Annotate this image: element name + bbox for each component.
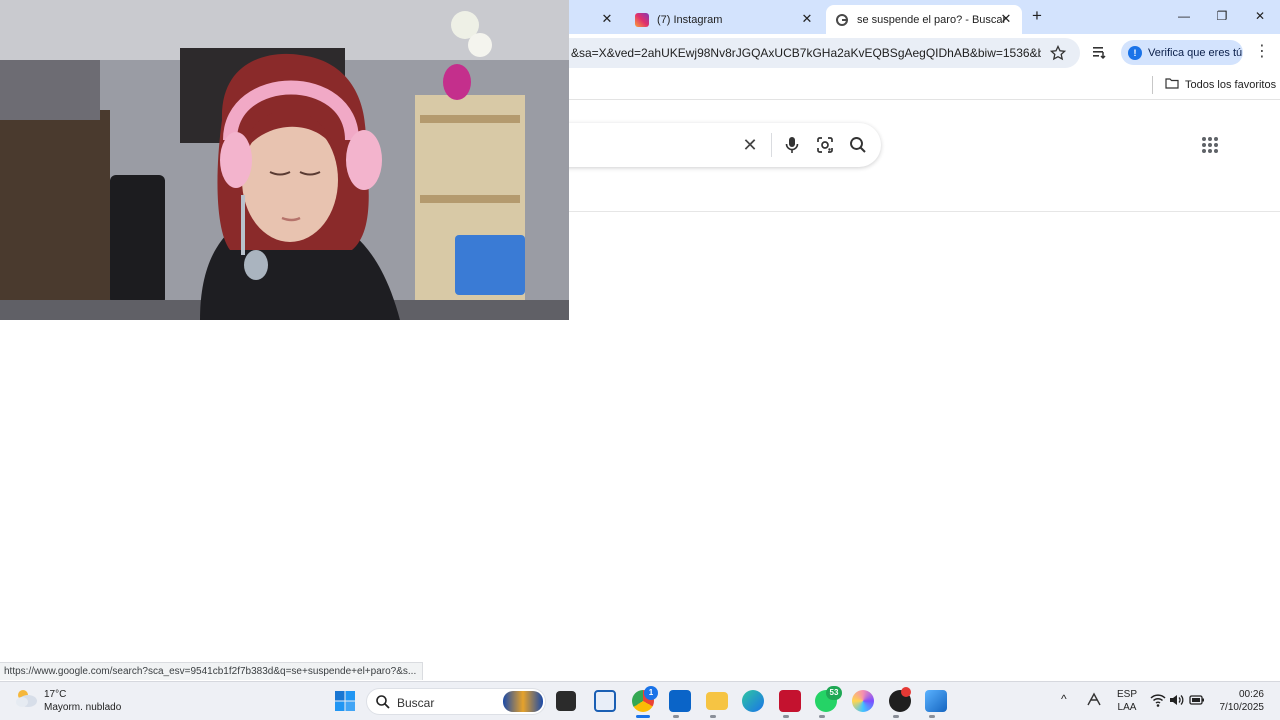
- google-search-box[interactable]: ✕: [560, 123, 881, 167]
- task-view-icon[interactable]: [556, 691, 576, 711]
- cloudy-weather-icon: [14, 687, 38, 714]
- language-code: ESP: [1117, 689, 1138, 700]
- info-icon: !: [1128, 45, 1142, 60]
- clear-search-icon[interactable]: ✕: [740, 135, 760, 155]
- battery-icon[interactable]: [1189, 694, 1205, 709]
- running-indicator: [819, 715, 825, 718]
- webcam-video: [0, 0, 569, 320]
- close-tab-icon[interactable]: ✕: [799, 11, 815, 27]
- verify-identity-button[interactable]: ! Verifica que eres tú: [1121, 40, 1243, 65]
- address-bar[interactable]: &sa=X&ved=2ahUKEwj98Nv8rJGQAxUCB7kGHa2aK…: [560, 38, 1080, 68]
- taskbar: 17°C Mayorm. nublado Buscar 1 53 ^ ESP L…: [0, 681, 1280, 720]
- wifi-icon[interactable]: [1150, 693, 1166, 710]
- running-indicator: [673, 715, 679, 718]
- search-highlight-image: [503, 691, 543, 712]
- tab-label: (7) Instagram: [657, 13, 723, 26]
- whatsapp-badge: 53: [826, 686, 842, 700]
- search-divider: [771, 133, 772, 157]
- status-link: https://www.google.com/search?sca_esv=95…: [0, 662, 424, 680]
- file-explorer-icon[interactable]: [706, 692, 728, 710]
- minimize-button[interactable]: —: [1172, 6, 1196, 26]
- all-bookmarks-label: Todos los favoritos: [1185, 78, 1277, 91]
- tab-google-search[interactable]: se suspende el paro? - Buscar con Google…: [826, 5, 1022, 34]
- app-icon[interactable]: [594, 690, 616, 712]
- weather-widget[interactable]: 17°C Mayorm. nublado: [14, 687, 121, 714]
- restore-button[interactable]: ❐: [1210, 6, 1234, 26]
- close-tab-icon[interactable]: ✕: [998, 11, 1014, 27]
- url-text: &sa=X&ved=2ahUKEwj98Nv8rJGQAxUCB7kGHa2aK…: [571, 46, 1041, 60]
- edge-icon[interactable]: [742, 690, 764, 712]
- voice-search-icon[interactable]: [782, 135, 802, 155]
- windows-start-icon[interactable]: [334, 690, 356, 712]
- running-indicator: [893, 715, 899, 718]
- search-icon: [375, 694, 391, 715]
- menu-icon[interactable]: ⋮: [1254, 44, 1270, 62]
- bookmark-star-icon[interactable]: [1049, 44, 1067, 61]
- photos-icon[interactable]: [925, 690, 947, 712]
- screen: ✕ (7) Instagram ✕ se suspende el paro? -…: [0, 0, 1280, 720]
- taskbar-search[interactable]: Buscar: [366, 688, 546, 715]
- webcam-overlay: [0, 0, 569, 320]
- taskbar-search-placeholder: Buscar: [397, 696, 435, 710]
- lens-search-icon[interactable]: [815, 135, 835, 155]
- keyboard-layout: LAA: [1117, 702, 1137, 713]
- chrome-badge: 1: [644, 686, 658, 700]
- system-clock[interactable]: 00:26 7/10/2025: [1220, 688, 1265, 714]
- new-tab-button[interactable]: +: [1028, 7, 1046, 25]
- language-indicator[interactable]: ESP LAA: [1117, 688, 1137, 714]
- google-apps-icon[interactable]: [1200, 135, 1220, 155]
- running-indicator: [783, 715, 789, 718]
- outlook-icon[interactable]: [669, 690, 691, 712]
- tab-label: se suspende el paro? - Buscar con Google: [857, 13, 1007, 26]
- recording-dot-icon: [901, 687, 911, 697]
- autocad-icon[interactable]: [779, 690, 801, 712]
- volume-icon[interactable]: [1169, 693, 1185, 710]
- weather-temp: 17°C: [44, 688, 67, 700]
- all-bookmarks-button[interactable]: Todos los favoritos: [1165, 77, 1276, 92]
- tab-search-icon[interactable]: [1092, 44, 1108, 60]
- folder-icon: [1165, 77, 1179, 92]
- instagram-icon: [635, 12, 649, 27]
- clock-time: 00:26: [1238, 689, 1264, 700]
- clock-date: 7/10/2025: [1219, 702, 1265, 713]
- tab-hidden[interactable]: ✕: [575, 5, 623, 34]
- google-icon: [835, 13, 849, 27]
- running-indicator: [710, 715, 716, 718]
- location-icon[interactable]: [1085, 691, 1103, 712]
- bookmarks-divider: [1152, 76, 1153, 94]
- close-tab-icon[interactable]: ✕: [599, 11, 615, 27]
- chevron-up-icon[interactable]: ^: [1061, 692, 1067, 706]
- weather-desc: Mayorm. nublado: [44, 701, 122, 713]
- tab-instagram[interactable]: (7) Instagram ✕: [627, 5, 823, 34]
- verify-label: Verifica que eres tú: [1148, 46, 1243, 59]
- search-icon[interactable]: [848, 135, 868, 155]
- close-window-button[interactable]: ✕: [1248, 6, 1272, 26]
- active-app-indicator: [636, 715, 650, 718]
- copilot-icon[interactable]: [852, 690, 874, 712]
- running-indicator: [929, 715, 935, 718]
